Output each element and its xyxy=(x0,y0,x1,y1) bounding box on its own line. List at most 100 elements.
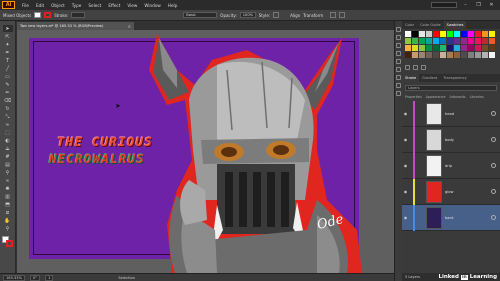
slice-tool-icon[interactable]: ⧄ xyxy=(3,209,13,216)
layer-row-body[interactable]: ◉ body xyxy=(402,126,500,153)
opacity-field[interactable]: 100% xyxy=(239,12,256,18)
swatch-17[interactable] xyxy=(433,38,439,44)
swatch-38[interactable] xyxy=(489,45,495,51)
document-tab[interactable]: Two new layers.ai* @ 165.33 % (RGB/Previ… xyxy=(17,22,134,30)
options-icon[interactable] xyxy=(339,12,346,18)
swatch-4[interactable] xyxy=(433,31,439,37)
swatch-3[interactable] xyxy=(426,31,432,37)
swatch-32[interactable] xyxy=(447,45,453,51)
rotate-tool-icon[interactable]: ↻ xyxy=(3,105,13,112)
swatch-39[interactable] xyxy=(405,52,411,58)
hand-tool-icon[interactable]: ✋ xyxy=(3,217,13,224)
tab-artboards[interactable]: Artboards xyxy=(449,95,465,99)
swatch-18[interactable] xyxy=(440,38,446,44)
swatch-45[interactable] xyxy=(447,52,453,58)
selection-tool-icon[interactable]: ➤ xyxy=(2,25,13,32)
pen-tool-icon[interactable]: ✒ xyxy=(3,49,13,56)
scale-tool-icon[interactable]: ⤡ xyxy=(3,113,13,120)
swatch-41[interactable] xyxy=(419,52,425,58)
swatch-42[interactable] xyxy=(426,52,432,58)
swatch-9[interactable] xyxy=(468,31,474,37)
rectangle-tool-icon[interactable]: ▭ xyxy=(3,73,13,80)
swatch-12[interactable] xyxy=(489,31,495,37)
free-transform-icon[interactable]: ⬚ xyxy=(3,129,13,136)
maximize-button[interactable]: ❐ xyxy=(474,2,483,9)
gradient-tool-icon[interactable]: ▤ xyxy=(3,161,13,168)
gradient-panel-icon[interactable] xyxy=(396,67,401,72)
direct-selection-tool-icon[interactable]: ⇱ xyxy=(3,33,13,40)
layer-name[interactable]: drip xyxy=(445,164,452,168)
layers-search-input[interactable]: Layers xyxy=(405,85,497,91)
swatch-13[interactable] xyxy=(405,38,411,44)
swatch-14[interactable] xyxy=(412,38,418,44)
layer-target-icon[interactable] xyxy=(491,163,496,168)
swatch-26[interactable] xyxy=(405,45,411,51)
pencil-tool-icon[interactable]: ✏ xyxy=(3,89,13,96)
shape-builder-icon[interactable]: ◐ xyxy=(3,137,13,144)
symbols-panel-icon[interactable] xyxy=(396,51,401,56)
visibility-eye-icon[interactable]: ◉ xyxy=(402,189,409,194)
layer-target-icon[interactable] xyxy=(491,189,496,194)
visibility-eye-icon[interactable]: ◉ xyxy=(402,163,409,168)
tab-transparency[interactable]: Transparency xyxy=(440,74,469,82)
swatch-21[interactable] xyxy=(461,38,467,44)
close-tab-icon[interactable]: ✕ xyxy=(128,24,131,29)
swatch-8[interactable] xyxy=(461,31,467,37)
line-tool-icon[interactable]: ╱ xyxy=(3,65,13,72)
artboard-nav-field[interactable]: 1 xyxy=(45,274,54,281)
new-swatch-icon[interactable] xyxy=(413,64,418,70)
swatch-15[interactable] xyxy=(419,38,425,44)
swatch-19[interactable] xyxy=(447,38,453,44)
swatch-2[interactable] xyxy=(419,31,425,37)
canvas[interactable]: THE CURIOUS NECROWALRUS Ode ➤ xyxy=(17,30,394,273)
layer-row-head[interactable]: ◉ head xyxy=(402,100,500,127)
swatch-20[interactable] xyxy=(454,38,460,44)
visibility-eye-icon[interactable]: ◉ xyxy=(402,111,409,116)
swatch-30[interactable] xyxy=(433,45,439,51)
swatch-22[interactable] xyxy=(468,38,474,44)
swatch-43[interactable] xyxy=(433,52,439,58)
layer-row-glow[interactable]: ◉ glow xyxy=(402,178,500,205)
swatch-34[interactable] xyxy=(461,45,467,51)
layer-name[interactable]: body xyxy=(445,138,454,142)
fill-swatch[interactable] xyxy=(34,12,42,18)
tab-appearance[interactable]: Appearance xyxy=(426,95,446,99)
layer-target-icon[interactable] xyxy=(491,137,496,142)
zoom-tool-icon[interactable]: ⚲ xyxy=(3,225,13,232)
color-panel-icon[interactable] xyxy=(396,27,401,32)
menu-edit[interactable]: Edit xyxy=(36,3,44,8)
swatch-6[interactable] xyxy=(447,31,453,37)
stroke-panel-icon[interactable] xyxy=(396,59,401,64)
layer-name[interactable]: back xyxy=(445,216,454,220)
swatch-0[interactable] xyxy=(405,31,411,37)
style-swatch[interactable] xyxy=(273,12,280,18)
swatch-10[interactable] xyxy=(475,31,481,37)
swatch-28[interactable] xyxy=(419,45,425,51)
swatch-29[interactable] xyxy=(426,45,432,51)
menu-file[interactable]: File xyxy=(22,3,29,8)
close-button[interactable]: ✕ xyxy=(487,2,496,9)
layer-name[interactable]: head xyxy=(445,112,454,116)
menu-select[interactable]: Select xyxy=(88,3,101,8)
swatch-1[interactable] xyxy=(412,31,418,37)
swatch-51[interactable] xyxy=(489,52,495,58)
swatch-44[interactable] xyxy=(440,52,446,58)
tab-properties[interactable]: Properties xyxy=(405,95,422,99)
swatch-46[interactable] xyxy=(454,52,460,58)
menu-type[interactable]: Type xyxy=(72,3,82,8)
layer-name[interactable]: glow xyxy=(445,190,453,194)
visibility-eye-icon[interactable]: ◉ xyxy=(402,215,409,220)
swatch-25[interactable] xyxy=(489,38,495,44)
swatch-47[interactable] xyxy=(461,52,467,58)
swatches-panel-icon[interactable] xyxy=(396,35,401,40)
paintbrush-tool-icon[interactable]: ✎ xyxy=(3,81,13,88)
artboard-tool-icon[interactable]: ⬒ xyxy=(3,201,13,208)
swatch-5[interactable] xyxy=(440,31,446,37)
stroke-swatch[interactable] xyxy=(44,12,52,18)
swatch-23[interactable] xyxy=(475,38,481,44)
swatch-49[interactable] xyxy=(475,52,481,58)
delete-swatch-icon[interactable] xyxy=(421,64,426,70)
minimize-button[interactable]: – xyxy=(461,2,470,9)
swatch-37[interactable] xyxy=(482,45,488,51)
layer-row-drip[interactable]: ◉ drip xyxy=(402,152,500,179)
